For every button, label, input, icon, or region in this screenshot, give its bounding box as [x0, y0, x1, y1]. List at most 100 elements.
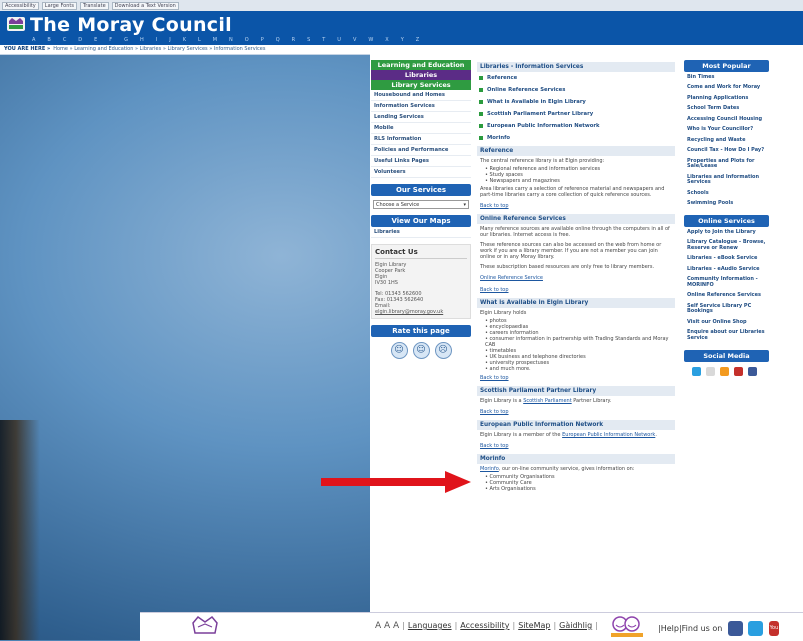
popular-link[interactable]: Planning Applications [684, 93, 769, 104]
jump-link-scottish-parliament[interactable]: Scottish Parliament Partner Library [477, 108, 675, 120]
sad-face-icon[interactable]: ☹ [434, 342, 452, 359]
service-select-value: Choose a Service [376, 201, 420, 208]
online-service-link[interactable]: Libraries - eAudio Service [684, 264, 769, 275]
rating-faces: ☺ ☺ ☹ [371, 337, 471, 364]
gaidhlig-link[interactable]: Gàidhlig [559, 621, 592, 630]
contact-us-box: Contact Us Elgin Library Cooper Park Elg… [371, 244, 471, 319]
popular-link[interactable]: Properties and Plots for Sale/Lease [684, 156, 769, 172]
facebook-icon[interactable] [727, 621, 743, 636]
online-service-link[interactable]: Apply to Join the Library [684, 227, 769, 238]
site-title[interactable]: The Moray Council [30, 14, 232, 36]
jump-link-european[interactable]: European Public Information Network [477, 120, 675, 132]
chevron-down-icon: ▾ [463, 201, 466, 208]
languages-link[interactable]: Languages [408, 621, 452, 630]
jump-link-elgin[interactable]: What is Available in Elgin Library [477, 96, 675, 108]
flickr-icon[interactable] [706, 366, 715, 376]
right-sidebar: Most Popular Bin Times Come and Work for… [684, 60, 769, 381]
service-select[interactable]: Choose a Service ▾ [373, 200, 469, 209]
footer-links: A A A | Languages | Accessibility | SiteMap | Gà… [375, 621, 598, 631]
rss-icon[interactable] [720, 366, 729, 376]
facebook-icon[interactable] [748, 366, 757, 376]
toolbar-item-translate[interactable]: Translate [79, 2, 109, 10]
accessibility-link[interactable]: Accessibility [460, 621, 509, 630]
our-services-heading: Our Services [371, 184, 471, 196]
social-icons [684, 362, 769, 381]
left-link-information-services[interactable]: Information Services [371, 101, 471, 112]
nav-library-services[interactable]: Library Services [371, 80, 471, 90]
breadcrumb-trail[interactable]: Home » Learning and Education » Librarie… [53, 46, 265, 52]
popular-link[interactable]: Recycling and Waste [684, 135, 769, 146]
online-service-link[interactable]: Libraries - eBook Service [684, 254, 769, 265]
jump-link-online-reference[interactable]: Online Reference Services [477, 84, 675, 96]
online-service-link[interactable]: Online Reference Services [684, 291, 769, 302]
popular-link[interactable]: Bin Times [684, 72, 769, 83]
nav-learning-education[interactable]: Learning and Education [371, 60, 471, 70]
online-service-link[interactable]: Enquire about our Libraries Service [684, 328, 769, 344]
rate-page-heading: Rate this page [371, 325, 471, 337]
neutral-face-icon[interactable]: ☺ [412, 342, 430, 359]
maps-link-libraries[interactable]: Libraries [371, 227, 471, 238]
twitter-icon[interactable] [692, 366, 701, 376]
popular-link[interactable]: Schools [684, 188, 769, 199]
paragraph: Elgin Library holds [480, 310, 527, 316]
twitter-icon[interactable] [748, 621, 764, 636]
online-service-link[interactable]: Library Catalogue - Browse, Reserve or R… [684, 238, 769, 254]
jump-link-reference[interactable]: Reference [477, 72, 675, 84]
paragraph: Morinfo, our on-line community service, … [480, 466, 635, 472]
youtube-icon[interactable] [734, 366, 743, 376]
popular-link[interactable]: Come and Work for Moray [684, 83, 769, 94]
happy-face-icon[interactable]: ☺ [390, 342, 408, 359]
left-link-rls-information[interactable]: RLS Information [371, 134, 471, 145]
youtube-icon[interactable]: You [768, 621, 779, 636]
popular-link[interactable]: Council Tax - How Do I Pay? [684, 146, 769, 157]
bullet-square-icon [479, 76, 483, 80]
view-maps-heading: View Our Maps [371, 215, 471, 227]
toolbar-item-accessibility[interactable]: Accessibility [2, 2, 39, 10]
left-link-useful-links[interactable]: Useful Links Pages [371, 156, 471, 167]
european-network-link[interactable]: European Public Information Network [562, 432, 655, 438]
happy-to-translate-icon[interactable] [610, 616, 644, 638]
jump-link-morinfo[interactable]: Morinfo [477, 132, 675, 144]
paragraph: Many reference sources are available onl… [480, 226, 670, 238]
bullet-square-icon [479, 88, 483, 92]
paragraph: Elgin Library is a member of the Europea… [480, 432, 657, 438]
desktop-edge-shadow [0, 420, 40, 640]
a-z-index[interactable]: A B C D E F G H I J K L M N O P Q R S T … [32, 37, 424, 43]
section-heading-elgin: What is Available in Elgin Library [477, 298, 675, 308]
list-item: • consumer information in partnership wi… [485, 336, 669, 348]
popular-link[interactable]: Accessing Council Housing [684, 114, 769, 125]
nav-libraries[interactable]: Libraries [371, 70, 471, 80]
font-size-controls[interactable]: A A A [375, 621, 399, 631]
toolbar-item-large-fonts[interactable]: Large Fonts [41, 2, 77, 10]
popular-link[interactable]: Libraries and Information Services [684, 172, 769, 188]
left-link-policies[interactable]: Policies and Performance [371, 145, 471, 156]
contact-title: Contact Us [375, 248, 467, 259]
red-arrow-annotation [321, 471, 471, 493]
council-crest-icon[interactable] [5, 15, 27, 33]
help-link[interactable]: Help [661, 624, 679, 633]
left-link-housebound[interactable]: Housebound and Homes [371, 90, 471, 101]
page-title: Libraries - Information Services [477, 62, 675, 72]
back-to-top-link[interactable]: Back to top [477, 372, 675, 384]
popular-link[interactable]: School Term Dates [684, 104, 769, 115]
scottish-parliament-link[interactable]: Scottish Parliament [523, 398, 571, 404]
popular-link[interactable]: Swimming Pools [684, 199, 769, 210]
section-heading-scottish-parliament: Scottish Parliament Partner Library [477, 386, 675, 396]
sitemap-link[interactable]: SiteMap [518, 621, 550, 630]
back-to-top-link[interactable]: Back to top [477, 406, 675, 418]
most-popular-heading: Most Popular [684, 60, 769, 72]
online-service-link[interactable]: Community Information - MORINFO [684, 275, 769, 291]
online-service-link[interactable]: Self Service Library PC Bookings [684, 301, 769, 317]
toolbar-item-text-version[interactable]: Download a Text Version [111, 2, 179, 10]
back-to-top-link[interactable]: Back to top [477, 440, 675, 452]
back-to-top-link[interactable]: Back to top [477, 200, 675, 212]
contact-email-link[interactable]: elgin.library@moray.gov.uk [375, 309, 467, 315]
online-reference-link[interactable]: Online Reference Service [477, 272, 675, 284]
online-service-link[interactable]: Visit our Online Shop [684, 317, 769, 328]
left-link-lending-services[interactable]: Lending Services [371, 112, 471, 123]
left-link-mobile[interactable]: Mobile [371, 123, 471, 134]
morinfo-link[interactable]: Morinfo [480, 466, 499, 472]
popular-link[interactable]: Who is Your Councillor? [684, 125, 769, 136]
left-link-volunteers[interactable]: Volunteers [371, 167, 471, 178]
back-to-top-link[interactable]: Back to top [477, 284, 675, 296]
